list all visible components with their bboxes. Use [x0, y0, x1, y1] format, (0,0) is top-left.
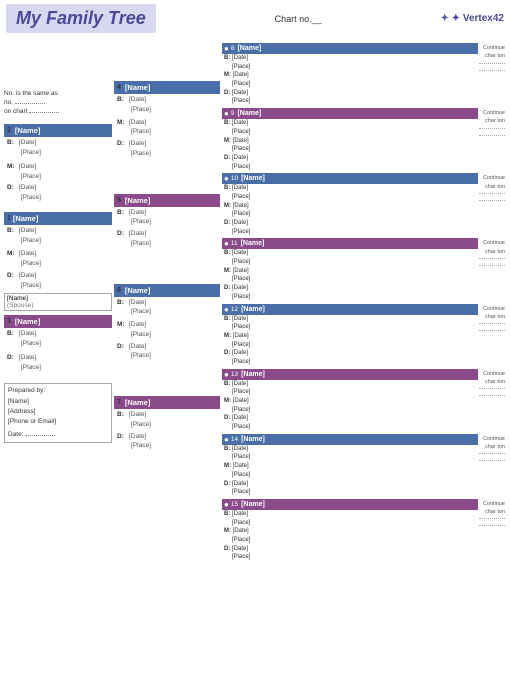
right-person-r8: ● 15 [Name] B: [Date] [Place] M: [Date] … [222, 499, 506, 562]
right-person-r1: ● 8 [Name] B: [Date] [Place] M: [Date] [… [222, 43, 506, 106]
prepared-by-box: Prepared by: [Name] [Address] [Phone or … [4, 383, 112, 443]
person-7-card: 7 [Name] B:[Date] [Place] D:[Date] [Plac… [114, 396, 220, 452]
right-person-r6: ● 13 [Name] B: [Date] [Place] M: [Date] … [222, 369, 506, 432]
person-6-name-bar: 6 [Name] [114, 284, 220, 297]
person-3-name-bar: 3 [Name] [4, 315, 112, 328]
app-title: My Family Tree [6, 4, 156, 33]
chart-note: No. is the same as no. on chart [4, 89, 112, 116]
right-person-r5: ● 12 [Name] B: [Date] [Place] M: [Date] … [222, 304, 506, 367]
right-person-r7: ● 14 [Name] B: [Date] [Place] M: [Date] … [222, 434, 506, 497]
person-1-name-bar: 1 [Name] [4, 212, 112, 225]
chart-no-label: Chart no.__ [275, 14, 322, 24]
person-3-card: 3 [Name] B:[Date] [Place] D:[Date] [Plac… [4, 315, 112, 373]
right-person-r2: ● 9 [Name] B: [Date] [Place] M: [Date] [… [222, 108, 506, 171]
right-person-r4: ● 11 [Name] B: [Date] [Place] M: [Date] … [222, 238, 506, 301]
person-4-name-bar: 4 [Name] [114, 81, 220, 94]
spouse-field: [Name] (Spouse) [4, 293, 112, 311]
right-person-r3: ● 10 [Name] B: [Date] [Place] M: [Date] … [222, 173, 506, 236]
person-7-name-bar: 7 [Name] [114, 396, 220, 409]
header: My Family Tree Chart no.__ ✦ ✦ Vertex42 [0, 0, 510, 37]
person-5-card: 5 [Name] B:[Date] [Place] D:[Date] [Plac… [114, 194, 220, 250]
person-1-card: 1 [Name] B:[Date] [Place] M:[Date] [Plac… [4, 212, 112, 312]
person-5-name-bar: 5 [Name] [114, 194, 220, 207]
person-2-name-bar: 2 [Name] [4, 124, 112, 137]
right-column: ● 8 [Name] B: [Date] [Place] M: [Date] [… [220, 43, 506, 563]
person-2-card: 2 [Name] B:[Date] [Place] M:[Date] [Plac… [4, 124, 112, 204]
person-4-card: 4 [Name] B:[Date] [Place] M:[Date] [Plac… [114, 81, 220, 160]
logo: ✦ ✦ Vertex42 [441, 13, 504, 24]
right-persons-list: ● 8 [Name] B: [Date] [Place] M: [Date] [… [222, 43, 506, 563]
person-6-card: 6 [Name] B:[Date] [Place] M:[Date] [Plac… [114, 284, 220, 363]
